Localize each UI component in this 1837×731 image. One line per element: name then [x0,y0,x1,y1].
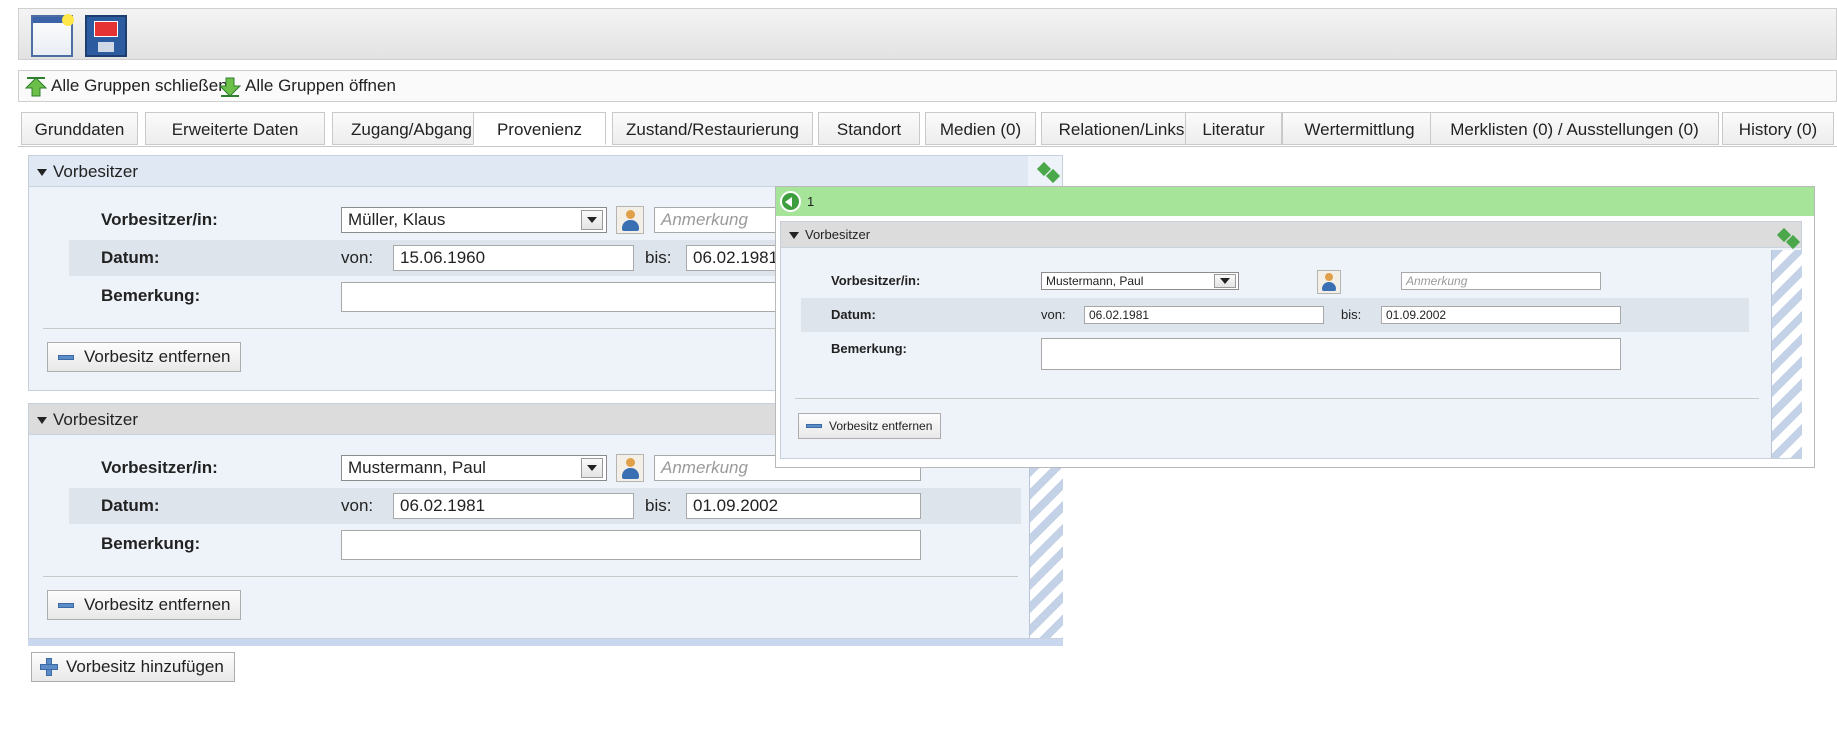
remove-owner-button[interactable]: Vorbesitz entfernen [47,342,242,372]
tab-erweiterte-daten[interactable]: Erweiterte Daten [145,112,325,145]
tab-provenienz[interactable]: Provenienz [473,112,606,145]
from-label: von: [341,496,374,515]
arrow-down-icon [219,77,241,97]
minus-icon [806,424,822,428]
date-row: Datum: von: 06.02.1981 bis: 01.09.2002 [801,298,1749,332]
section-title: Vorbesitzer [53,162,139,181]
remark-label: Bemerkung: [101,286,201,305]
save-disk-icon[interactable] [85,15,127,57]
date-label: Datum: [101,248,160,267]
collapse-triangle-icon [789,232,799,240]
tab-merklisten-ausstellungen[interactable]: Merklisten (0) / Ausstellungen (0) [1430,112,1719,145]
owner-select[interactable]: Mustermann, Paul [1041,272,1239,290]
owner-select-value: Müller, Klaus [348,210,446,229]
to-date-input[interactable]: 01.09.2002 [1381,306,1621,324]
remove-owner-button[interactable]: Vorbesitz entfernen [47,590,242,620]
remark-row: Bemerkung: [801,332,1749,370]
new-document-icon[interactable] [31,14,74,57]
overlay-section-header[interactable]: Vorbesitzer [781,222,1801,248]
tab-standort[interactable]: Standort [818,112,920,145]
section-header[interactable]: Vorbesitzer [29,156,1028,187]
person-icon[interactable] [616,454,644,482]
from-label: von: [341,248,374,267]
collapse-triangle-icon [37,169,47,177]
remark-label: Bemerkung: [831,341,907,356]
to-label: bis: [645,496,672,515]
section-divider [43,576,1018,577]
expand-all-groups-button[interactable]: Alle Gruppen öffnen [219,75,396,97]
expand-all-label: Alle Gruppen öffnen [245,76,396,95]
arrow-up-icon [25,76,47,97]
tab-relationen-links[interactable]: Relationen/Links [1041,112,1202,145]
collapse-all-label: Alle Gruppen schließen [51,76,228,95]
remove-owner-button[interactable]: Vorbesitz entfernen [798,413,942,439]
move-icon[interactable] [1777,228,1801,250]
tab-zustand-restaurierung[interactable]: Zustand/Restaurierung [612,112,813,145]
section-divider [795,398,1759,399]
tab-history[interactable]: History (0) [1722,112,1834,145]
owner-select-value: Mustermann, Paul [348,458,486,477]
note-input[interactable]: Anmerkung [1401,272,1601,290]
tab-zugang-abgang[interactable]: Zugang/Abgang [332,112,491,145]
date-label: Datum: [101,496,160,515]
overlay-header: 1 [776,187,1814,216]
person-icon[interactable] [1317,270,1341,294]
collapse-all-groups-button[interactable]: Alle Gruppen schließen [25,75,228,97]
owner-row: Vorbesitzer/in: Mustermann, Paul Anmerku… [801,264,1749,298]
from-date-input[interactable]: 06.02.1981 [393,493,634,519]
remove-owner-label: Vorbesitz entfernen [84,347,231,366]
from-label: von: [1041,307,1066,322]
person-icon[interactable] [616,206,644,234]
to-label: bis: [1341,307,1362,322]
chevron-down-icon[interactable] [1214,274,1236,288]
from-date-input[interactable]: 06.02.1981 [1084,306,1324,324]
to-label: bis: [645,248,672,267]
tab-literatur[interactable]: Literatur [1185,112,1282,145]
drop-zone [28,639,1063,646]
remark-input[interactable] [1041,338,1621,370]
drag-preview-overlay: 1 Vorbesitzer Vorbesitzer/in: Mustermann… [775,186,1815,468]
minus-icon [58,355,74,360]
tab-grunddaten[interactable]: Grunddaten [21,112,138,145]
drag-handle[interactable] [1771,250,1802,458]
owner-select[interactable]: Müller, Klaus [341,207,607,233]
to-date-input[interactable]: 01.09.2002 [686,493,921,519]
remark-input[interactable] [341,530,921,560]
remark-input[interactable] [341,282,804,312]
overlay-counter: 1 [807,194,815,209]
from-date-input[interactable]: 15.06.1960 [393,245,634,271]
collapse-triangle-icon [37,417,47,425]
section-title: Vorbesitzer [53,410,139,429]
groups-bar: Alle Gruppen schließen Alle Gruppen öffn… [18,70,1837,102]
owner-label: Vorbesitzer/in: [831,273,921,288]
drag-handle[interactable] [1029,466,1063,638]
main-toolbar [18,8,1837,60]
overlay-section-title: Vorbesitzer [805,227,871,242]
overlay-owner-section: Vorbesitzer Vorbesitzer/in: Mustermann, … [780,221,1802,459]
tab-divider [18,146,1837,147]
date-row: Datum: von: 06.02.1981 bis: 01.09.2002 [69,488,1021,524]
minus-icon [58,603,74,608]
add-owner-button[interactable]: Vorbesitz hinzufügen [31,652,235,682]
chevron-down-icon[interactable] [581,210,603,230]
remark-row: Bemerkung: [69,526,1021,562]
owner-label: Vorbesitzer/in: [101,210,218,229]
owner-select-value: Mustermann, Paul [1046,274,1144,288]
remove-owner-label: Vorbesitz entfernen [829,419,933,433]
tab-medien[interactable]: Medien (0) [925,112,1036,145]
date-label: Datum: [831,307,876,322]
owner-label: Vorbesitzer/in: [101,458,218,477]
back-arrow-icon[interactable] [780,191,801,212]
owner-select[interactable]: Mustermann, Paul [341,455,607,481]
tab-wertermittlung[interactable]: Wertermittlung [1282,112,1437,145]
add-owner-label: Vorbesitz hinzufügen [66,657,224,676]
remove-owner-label: Vorbesitz entfernen [84,595,231,614]
remark-label: Bemerkung: [101,534,201,553]
plus-icon [40,658,58,676]
move-icon[interactable] [1037,162,1061,184]
chevron-down-icon[interactable] [581,458,603,478]
